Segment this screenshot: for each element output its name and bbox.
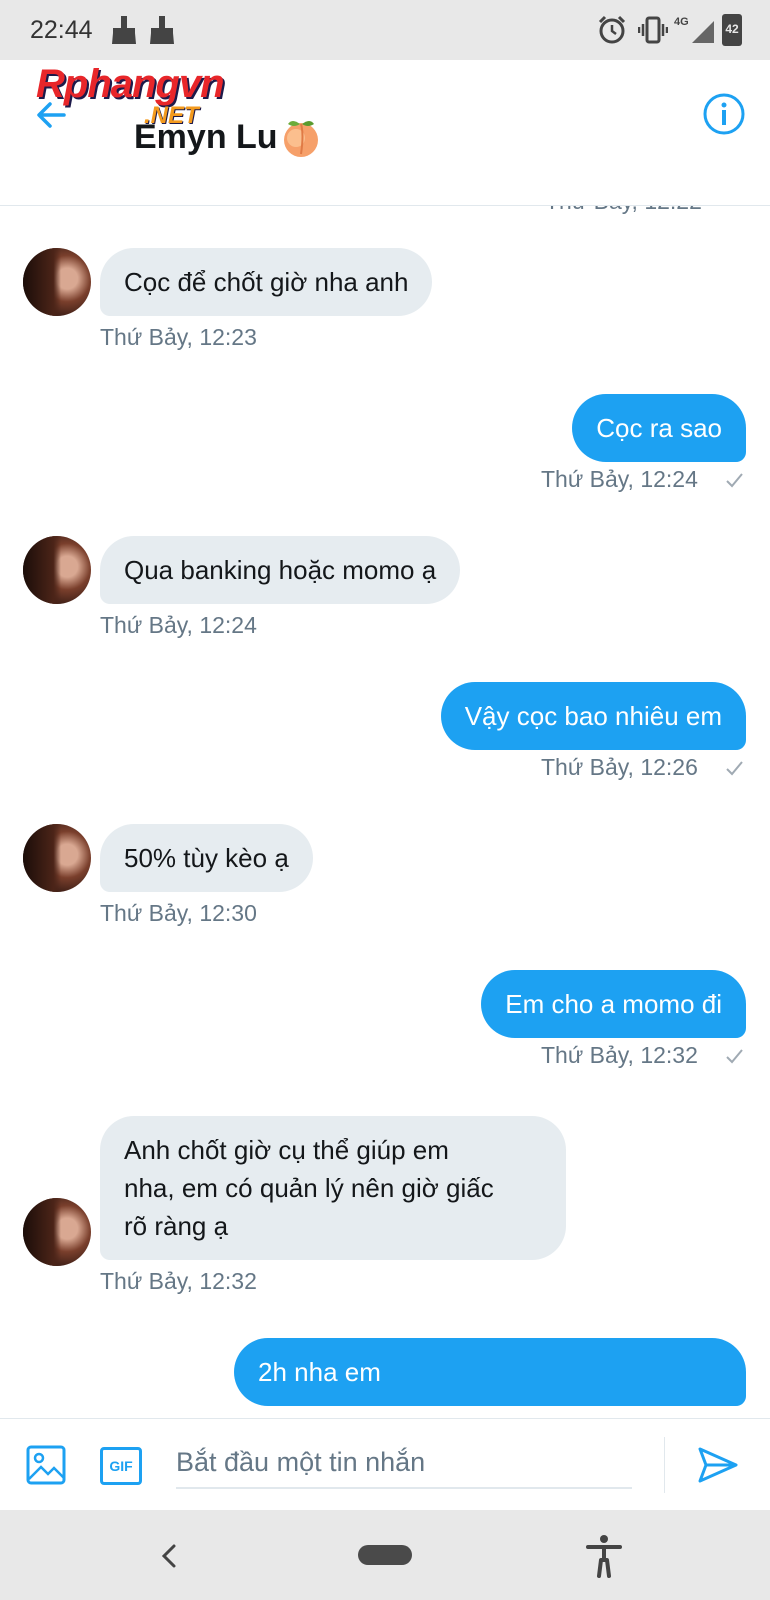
contact-avatar[interactable]: [23, 536, 91, 604]
incoming-message-bubble[interactable]: Anh chốt giờ cụ thể giúp em nha, em có q…: [100, 1116, 566, 1260]
message-text-line: nha, em có quản lý nên giờ giấc: [124, 1173, 494, 1203]
gif-button[interactable]: GIF: [100, 1447, 142, 1485]
message-text: Em cho a momo đi: [505, 989, 722, 1019]
message-text: 2h nha em: [258, 1357, 381, 1387]
message-text: Vậy cọc bao nhiêu em: [464, 701, 722, 731]
send-icon[interactable]: [696, 1443, 740, 1487]
message-timestamp: Thứ Bảy, 12:32: [541, 1042, 698, 1068]
message-timestamp: Thứ Bảy, 12:22: [545, 206, 702, 215]
sent-check-icon: [726, 473, 743, 488]
network-type: 4G: [674, 16, 689, 28]
message-timestamp: Thứ Bảy, 12:23: [100, 324, 257, 350]
message-list[interactable]: Thứ Bảy, 12:22 Cọc để chốt giờ nha anh T…: [0, 206, 770, 1418]
info-icon[interactable]: [702, 92, 746, 136]
message-text: Cọc ra sao: [596, 413, 722, 443]
message-composer: GIF: [0, 1418, 770, 1510]
message-text: Cọc để chốt giờ nha anh: [124, 267, 409, 297]
image-icon[interactable]: [26, 1445, 66, 1485]
incoming-message-bubble[interactable]: Cọc để chốt giờ nha anh: [100, 248, 433, 316]
incoming-message-bubble[interactable]: Qua banking hoặc momo ạ: [100, 536, 461, 604]
outgoing-message-bubble[interactable]: 2h nha em: [234, 1338, 746, 1406]
message-timestamp: Thứ Bảy, 12:26: [541, 754, 698, 780]
nav-home-pill[interactable]: [358, 1545, 412, 1565]
composer-divider: [664, 1437, 665, 1493]
contact-avatar[interactable]: [23, 824, 91, 892]
peach-emoji-icon: [284, 121, 318, 157]
nav-back-icon[interactable]: [152, 1536, 186, 1576]
sent-check-icon: [726, 761, 743, 776]
outgoing-message-bubble[interactable]: Cọc ra sao: [572, 394, 746, 462]
message-timestamp: Thứ Bảy, 12:24: [100, 612, 257, 638]
contact-avatar[interactable]: [23, 248, 91, 316]
outgoing-message-bubble[interactable]: Em cho a momo đi: [481, 970, 746, 1038]
outgoing-message-bubble[interactable]: Vậy cọc bao nhiêu em: [440, 682, 746, 750]
message-text: Qua banking hoặc momo ạ: [124, 555, 437, 585]
message-text-line: rõ ràng ạ: [124, 1211, 229, 1241]
message-text-line: Anh chốt giờ cụ thể giúp em: [124, 1135, 449, 1165]
message-timestamp: Thứ Bảy, 12:24: [541, 466, 698, 492]
status-bar: 22:44 4G 42: [0, 0, 770, 60]
vibrate-icon: [638, 16, 668, 44]
contact-avatar[interactable]: [23, 1198, 91, 1266]
contact-name[interactable]: Emyn Lu: [134, 118, 278, 157]
battery-icon: 42: [722, 14, 742, 46]
incoming-message-bubble[interactable]: 50% tùy kèo ạ: [100, 824, 313, 892]
status-time: 22:44: [30, 16, 93, 44]
cleaner-icon: [150, 16, 174, 44]
conversation-header: Rphangvn .NET Emyn Lu: [0, 60, 770, 206]
message-text: 50% tùy kèo ạ: [124, 843, 289, 873]
message-timestamp: Thứ Bảy, 12:30: [100, 900, 257, 926]
sent-check-icon: [726, 1049, 743, 1064]
alarm-icon: [598, 15, 626, 44]
battery-level: 42: [725, 22, 739, 36]
cleaner-icon: [112, 16, 136, 44]
message-input[interactable]: [176, 1437, 632, 1489]
signal-icon: [692, 21, 714, 43]
watermark-main: Rphangvn: [36, 62, 225, 106]
system-nav-bar: [0, 1510, 770, 1600]
accessibility-icon[interactable]: [584, 1534, 624, 1578]
message-timestamp: Thứ Bảy, 12:32: [100, 1268, 257, 1294]
